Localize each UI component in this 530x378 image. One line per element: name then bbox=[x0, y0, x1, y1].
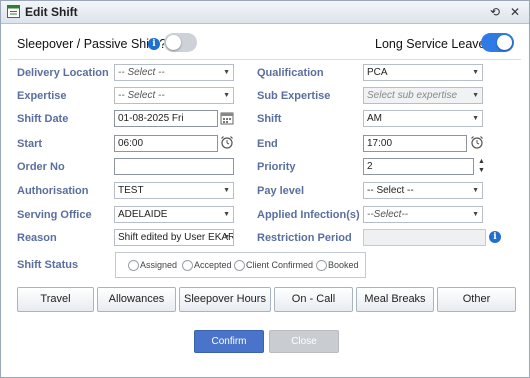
end-label: End bbox=[257, 138, 278, 150]
on-call-button[interactable]: On - Call bbox=[274, 287, 353, 312]
dropdown-caret-icon: ▼ bbox=[472, 187, 479, 194]
order-no-label: Order No bbox=[17, 161, 65, 173]
title-bar: Edit Shift ⟲ ✕ bbox=[1, 1, 529, 24]
dropdown-caret-icon: ▼ bbox=[223, 211, 230, 218]
info-icon[interactable]: i bbox=[489, 231, 501, 243]
reason-select[interactable]: Shift edited by User EKARL ▼ bbox=[114, 229, 234, 246]
sleepover-toggle[interactable] bbox=[164, 33, 197, 52]
qualification-select[interactable]: PCA ▼ bbox=[363, 64, 483, 81]
dropdown-caret-icon: ▼ bbox=[223, 92, 230, 99]
authorisation-select[interactable]: TEST ▼ bbox=[114, 182, 234, 199]
radio-client-confirmed[interactable] bbox=[234, 260, 245, 271]
end-time-input[interactable]: 17:00 bbox=[363, 135, 467, 152]
divider bbox=[9, 59, 521, 60]
radio-label-accepted: Accepted bbox=[194, 260, 232, 270]
alarm-clock-icon[interactable] bbox=[470, 135, 484, 149]
spinner-down-icon[interactable]: ▼ bbox=[478, 167, 485, 174]
qualification-label: Qualification bbox=[257, 67, 324, 79]
refresh-icon[interactable]: ⟲ bbox=[487, 4, 503, 20]
dropdown-caret-icon: ▼ bbox=[472, 115, 479, 122]
shift-label: Shift bbox=[257, 113, 282, 125]
priority-label: Priority bbox=[257, 161, 296, 173]
radio-booked[interactable] bbox=[316, 260, 327, 271]
serving-office-label: Serving Office bbox=[17, 209, 92, 221]
delivery-location-select[interactable]: -- Select -- ▼ bbox=[114, 64, 234, 81]
dropdown-caret-icon: ▼ bbox=[472, 69, 479, 76]
serving-office-select[interactable]: ADELAIDE ▼ bbox=[114, 206, 234, 223]
dropdown-caret-icon: ▼ bbox=[472, 211, 479, 218]
dropdown-caret-icon: ▼ bbox=[223, 187, 230, 194]
sleepover-label: Sleepover / Passive Shift ? bbox=[17, 37, 167, 51]
close-button[interactable]: Close bbox=[269, 330, 339, 353]
edit-shift-dialog: Edit Shift ⟲ ✕ Sleepover / Passive Shift… bbox=[0, 0, 530, 378]
sub-expertise-select[interactable]: Select sub expertise ▼ bbox=[363, 87, 483, 104]
shift-date-label: Shift Date bbox=[17, 113, 69, 125]
radio-label-assigned: Assigned bbox=[140, 260, 178, 270]
order-no-input[interactable] bbox=[114, 158, 234, 175]
start-label: Start bbox=[17, 138, 43, 150]
info-icon[interactable]: i bbox=[148, 38, 160, 50]
dropdown-caret-icon: ▼ bbox=[223, 234, 230, 241]
dropdown-caret-icon: ▼ bbox=[472, 92, 479, 99]
travel-button[interactable]: Travel bbox=[17, 287, 94, 312]
dialog-title: Edit Shift bbox=[25, 5, 78, 19]
form-icon bbox=[7, 5, 20, 18]
start-time-input[interactable]: 06:00 bbox=[114, 135, 218, 152]
applied-infections-select[interactable]: --Select-- ▼ bbox=[363, 206, 483, 223]
authorisation-label: Authorisation bbox=[17, 185, 89, 197]
radio-label-booked: Booked bbox=[328, 260, 359, 270]
restriction-period-label: Restriction Period bbox=[257, 232, 352, 244]
expertise-label: Expertise bbox=[17, 90, 67, 102]
close-icon[interactable]: ✕ bbox=[507, 4, 523, 20]
confirm-button[interactable]: Confirm bbox=[194, 330, 264, 353]
shift-select[interactable]: AM ▼ bbox=[363, 110, 483, 127]
meal-breaks-button[interactable]: Meal Breaks bbox=[356, 287, 434, 312]
radio-accepted[interactable] bbox=[182, 260, 193, 271]
shift-status-radio-group: Assigned Accepted Client Confirmed Booke… bbox=[115, 252, 366, 278]
sub-expertise-label: Sub Expertise bbox=[257, 90, 331, 102]
long-service-leave-toggle[interactable] bbox=[481, 33, 514, 52]
pay-level-label: Pay level bbox=[257, 185, 305, 197]
applied-infections-label: Applied Infection(s) bbox=[257, 209, 360, 221]
priority-input[interactable]: 2 bbox=[363, 158, 474, 175]
toggle-knob bbox=[166, 35, 181, 50]
sleepover-hours-button[interactable]: Sleepover Hours bbox=[179, 287, 271, 312]
long-service-leave-label: Long Service Leave ? bbox=[375, 37, 496, 51]
restriction-period-input[interactable] bbox=[363, 229, 486, 246]
alarm-clock-icon[interactable] bbox=[220, 135, 234, 149]
reason-label: Reason bbox=[17, 232, 57, 244]
pay-level-select[interactable]: -- Select -- ▼ bbox=[363, 182, 483, 199]
shift-date-input[interactable]: 01-08-2025 Fri bbox=[114, 110, 218, 127]
radio-label-client-confirmed: Client Confirmed bbox=[246, 260, 314, 270]
calendar-icon[interactable] bbox=[220, 111, 234, 125]
delivery-location-label: Delivery Location bbox=[17, 67, 109, 79]
radio-assigned[interactable] bbox=[128, 260, 139, 271]
expertise-select[interactable]: -- Select -- ▼ bbox=[114, 87, 234, 104]
allowances-button[interactable]: Allowances bbox=[97, 287, 176, 312]
toggle-knob bbox=[497, 35, 512, 50]
shift-status-label: Shift Status bbox=[17, 259, 79, 271]
other-button[interactable]: Other bbox=[437, 287, 516, 312]
dropdown-caret-icon: ▼ bbox=[223, 69, 230, 76]
spinner-up-icon[interactable]: ▲ bbox=[478, 158, 485, 165]
